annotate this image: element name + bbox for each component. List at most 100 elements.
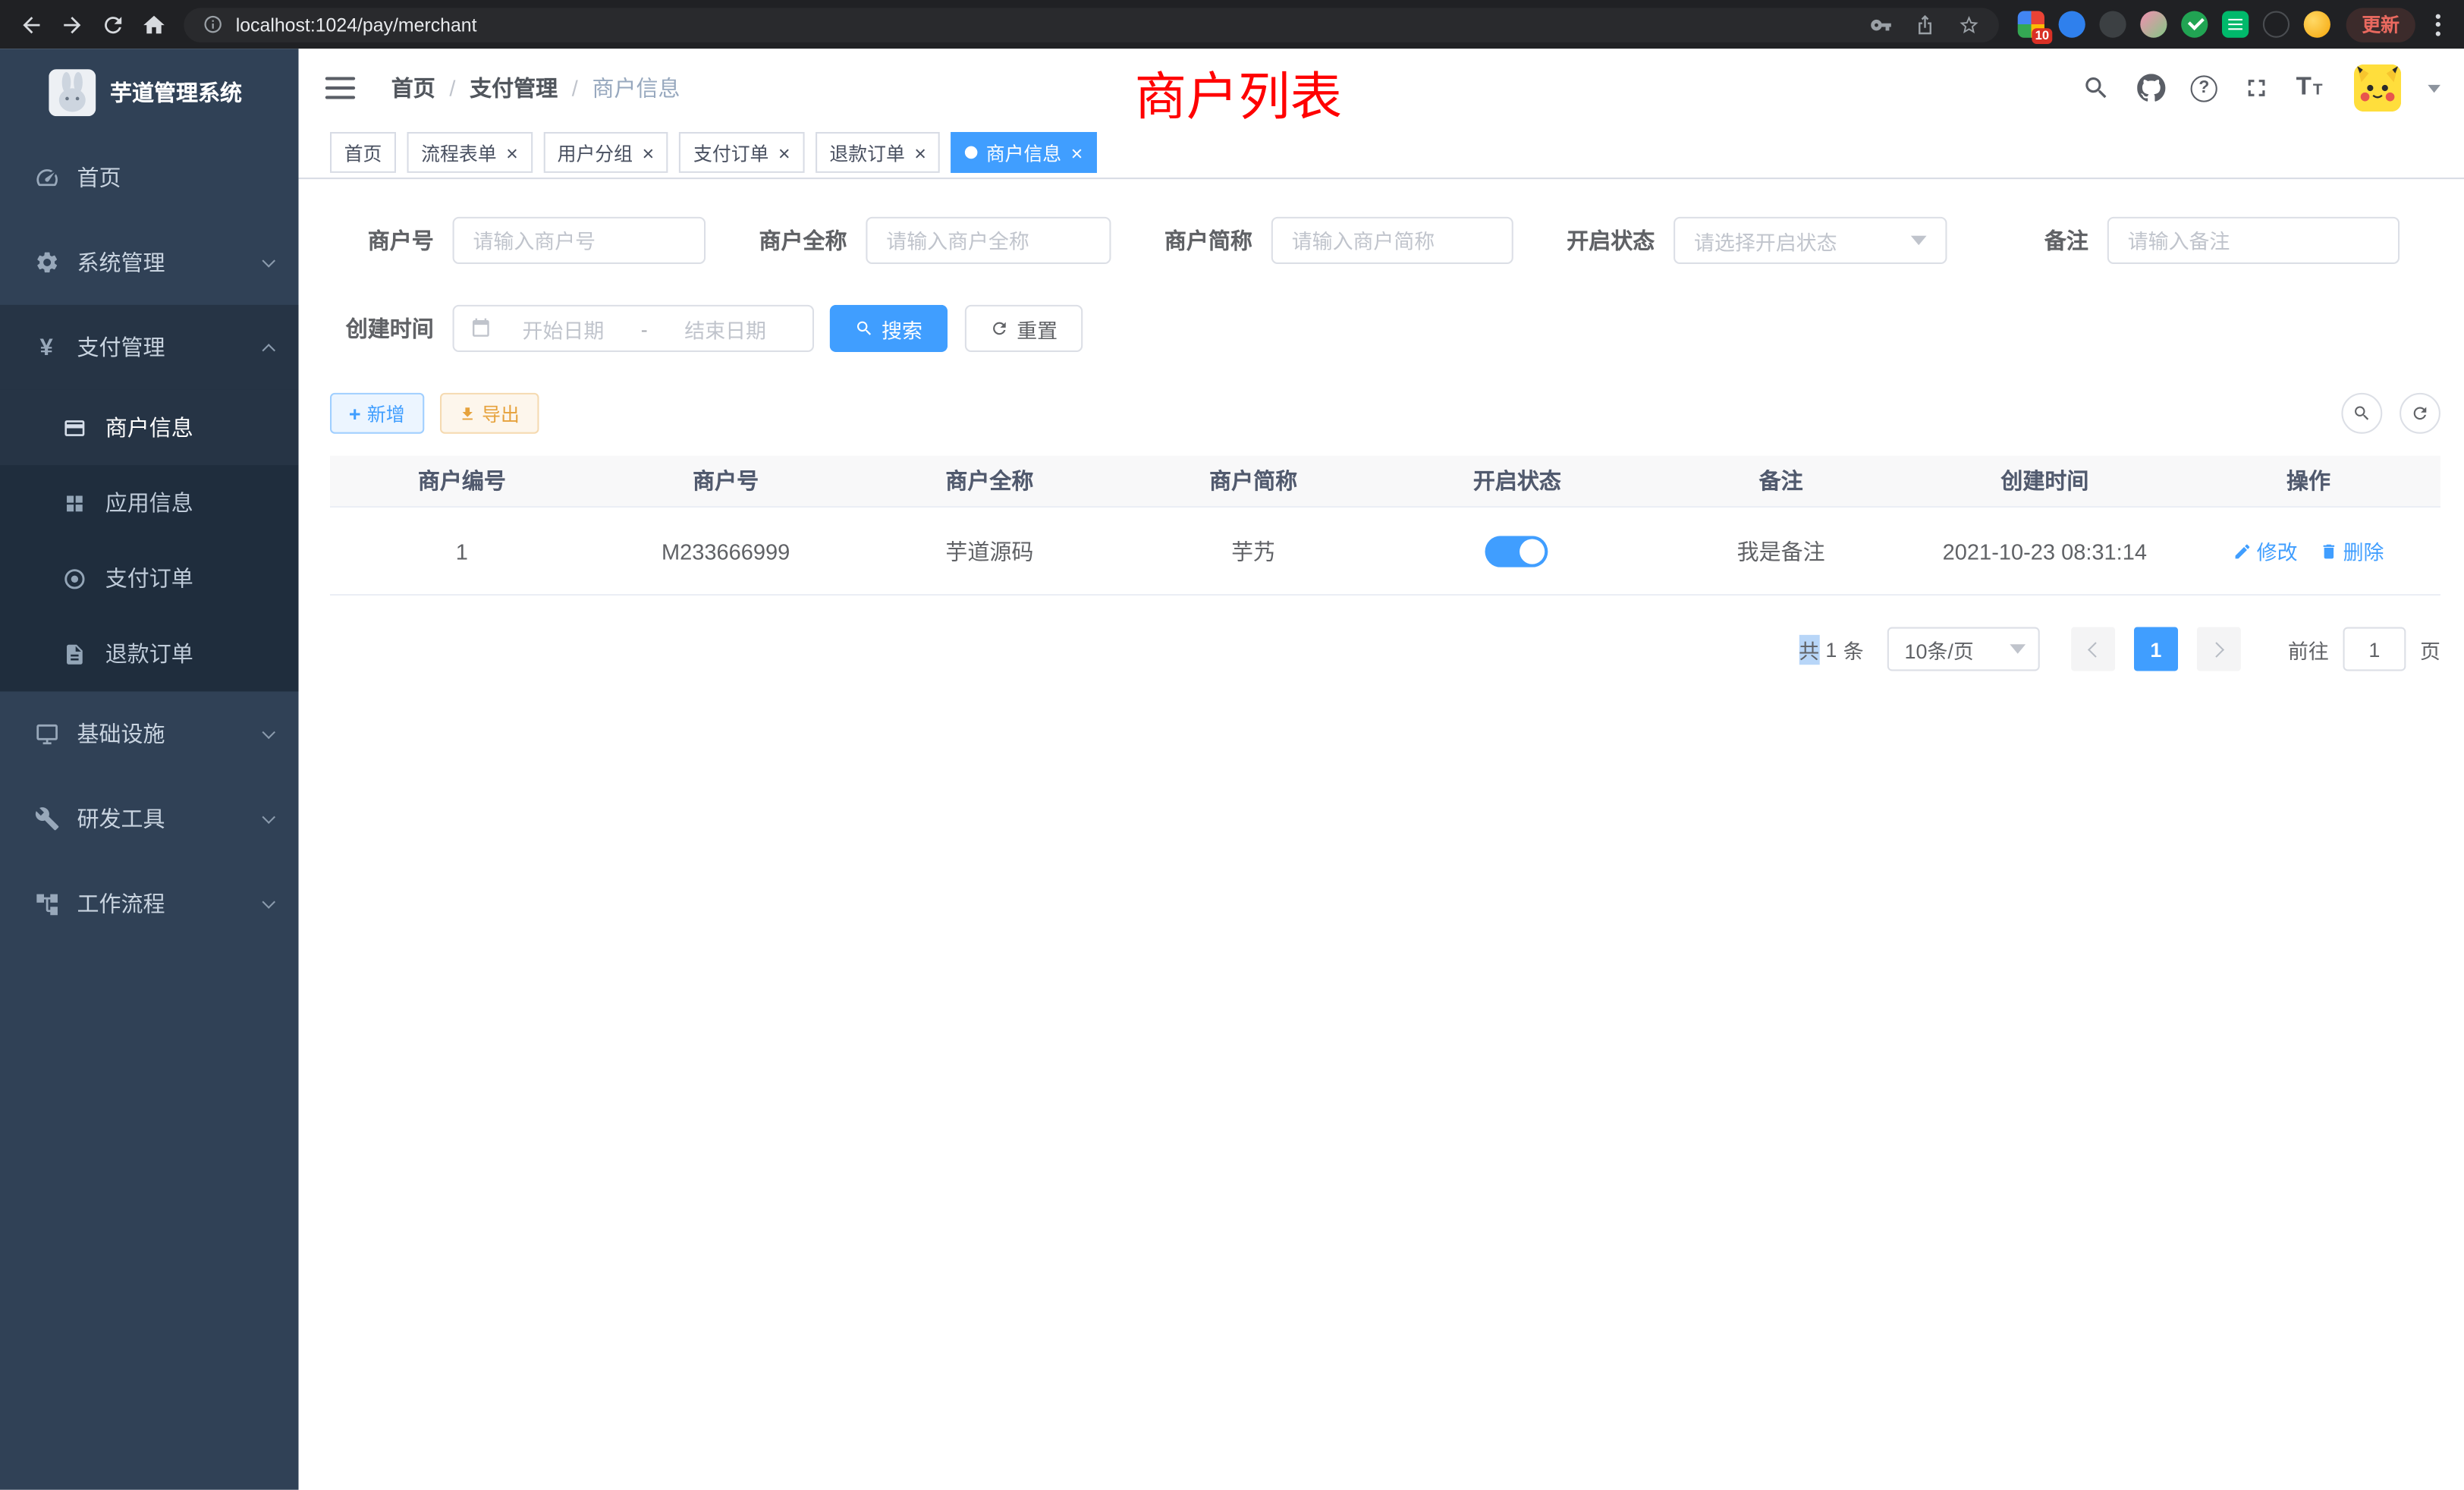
- font-size-icon[interactable]: TT: [2296, 74, 2323, 102]
- app-logo[interactable]: 芋道管理系统: [0, 49, 299, 135]
- page-size-select[interactable]: 10条/页: [1887, 627, 2040, 671]
- goto-page-input[interactable]: [2343, 627, 2406, 671]
- reset-button[interactable]: 重置: [965, 305, 1083, 352]
- sidebar-item-home[interactable]: 首页: [0, 135, 299, 220]
- browser-menu-button[interactable]: [2422, 4, 2453, 45]
- sidebar-item-payment[interactable]: ¥ 支付管理: [0, 305, 299, 390]
- breadcrumb-payment[interactable]: 支付管理: [470, 72, 558, 103]
- tab-refund-orders[interactable]: 退款订单 ×: [816, 132, 941, 173]
- export-button[interactable]: 导出: [439, 393, 539, 434]
- delete-button[interactable]: 删除: [2320, 536, 2384, 565]
- github-icon[interactable]: [2136, 72, 2167, 103]
- sidebar-item-infrastructure[interactable]: 基础设施: [0, 691, 299, 776]
- hamburger-menu-icon[interactable]: [325, 77, 355, 99]
- extension-icon-7[interactable]: [2263, 11, 2290, 38]
- browser-toolbar: localhost:1024/pay/merchant 10: [0, 0, 2464, 49]
- sidebar-item-dev-tools[interactable]: 研发工具: [0, 776, 299, 861]
- search-button[interactable]: 搜索: [830, 305, 948, 352]
- search-icon: [855, 319, 874, 338]
- extension-icon-5[interactable]: [2181, 11, 2208, 38]
- breadcrumb-current: 商户信息: [592, 72, 680, 103]
- filter-label: 商户简称: [1149, 225, 1252, 256]
- site-info-icon[interactable]: [203, 14, 223, 35]
- address-bar[interactable]: localhost:1024/pay/merchant: [184, 7, 1998, 42]
- user-avatar[interactable]: [2354, 64, 2401, 112]
- extension-icon-4[interactable]: [2140, 11, 2167, 38]
- toggle-search-button[interactable]: [2341, 393, 2382, 434]
- gear-icon: [33, 250, 60, 275]
- password-key-icon[interactable]: [1870, 14, 1892, 36]
- extension-icon-2[interactable]: [2059, 11, 2085, 38]
- close-icon[interactable]: ×: [1071, 142, 1083, 162]
- extension-icon-6[interactable]: [2222, 11, 2249, 38]
- chevron-down-icon: [262, 809, 275, 823]
- sidebar-item-label: 基础设施: [77, 718, 165, 750]
- update-button[interactable]: 更新: [2346, 7, 2415, 42]
- bookmark-star-icon[interactable]: [1958, 14, 1980, 36]
- close-icon[interactable]: ×: [642, 142, 654, 162]
- add-button[interactable]: + 新增: [330, 393, 423, 434]
- column-header-full-name: 商户全称: [857, 465, 1121, 496]
- reload-icon: [101, 12, 126, 37]
- share-icon[interactable]: [1914, 14, 1936, 36]
- tab-user-group[interactable]: 用户分组 ×: [543, 132, 668, 173]
- target-icon: [61, 567, 86, 590]
- sidebar-item-workflow[interactable]: 工作流程: [0, 861, 299, 946]
- browser-forward-button[interactable]: [52, 4, 93, 45]
- extension-icon-8[interactable]: [2304, 11, 2330, 38]
- tab-pay-orders[interactable]: 支付订单 ×: [679, 132, 804, 173]
- cell-short-name: 芋艿: [1121, 535, 1385, 566]
- sidebar-item-app-info[interactable]: 应用信息: [0, 465, 299, 540]
- extension-icon-1[interactable]: 10: [2018, 11, 2044, 38]
- cell-status: [1385, 535, 1649, 566]
- top-navbar: 首页 / 支付管理 / 商户信息 商户列表 ?: [299, 49, 2464, 127]
- remark-input[interactable]: [2107, 217, 2400, 264]
- filter-label: 备注: [1985, 225, 2088, 256]
- fullscreen-icon[interactable]: [2241, 72, 2272, 103]
- date-range-picker[interactable]: 开始日期 - 结束日期: [453, 305, 814, 352]
- table-toolbar: + 新增 导出: [330, 393, 2440, 434]
- merchant-no-input[interactable]: [453, 217, 706, 264]
- next-page-button[interactable]: [2197, 627, 2241, 671]
- close-icon[interactable]: ×: [778, 142, 790, 162]
- edit-button[interactable]: 修改: [2233, 536, 2298, 565]
- browser-home-button[interactable]: [134, 4, 174, 45]
- end-date-placeholder[interactable]: 结束日期: [654, 313, 797, 343]
- table-header: 商户编号 商户号 商户全称 商户简称 开启状态 备注 创建时间 操作: [330, 456, 2440, 508]
- yen-icon: ¥: [33, 334, 60, 360]
- close-icon[interactable]: ×: [506, 142, 518, 162]
- prev-page-button[interactable]: [2071, 627, 2115, 671]
- tab-home[interactable]: 首页: [330, 132, 396, 173]
- sidebar-menu: 首页 系统管理 ¥ 支付管理: [0, 135, 299, 946]
- browser-back-button[interactable]: [11, 4, 52, 45]
- avatar-caret-icon[interactable]: [2428, 84, 2440, 92]
- plus-icon: +: [349, 403, 361, 423]
- main-area: 首页 / 支付管理 / 商户信息 商户列表 ?: [299, 49, 2464, 1490]
- sidebar-item-system[interactable]: 系统管理: [0, 220, 299, 305]
- sidebar-item-pay-orders[interactable]: 支付订单: [0, 541, 299, 616]
- sidebar: 芋道管理系统 首页 系统管理 ¥: [0, 49, 299, 1490]
- column-header-merchant-no: 商户号: [594, 465, 858, 496]
- sidebar-item-merchant-info[interactable]: 商户信息: [0, 390, 299, 465]
- extension-icon-3[interactable]: [2099, 11, 2126, 38]
- full-name-input[interactable]: [866, 217, 1111, 264]
- chevron-right-icon: [2208, 641, 2224, 657]
- page-number-current[interactable]: 1: [2134, 627, 2178, 671]
- breadcrumb-home[interactable]: 首页: [391, 72, 435, 103]
- status-select[interactable]: 请选择开启状态: [1674, 217, 1947, 264]
- status-toggle[interactable]: [1485, 535, 1548, 566]
- tab-merchant-info[interactable]: 商户信息 ×: [951, 132, 1097, 173]
- browser-reload-button[interactable]: [93, 4, 134, 45]
- flow-tree-icon: [33, 891, 60, 916]
- tab-process-form[interactable]: 流程表单 ×: [407, 132, 533, 173]
- filter-label: 创建时间: [330, 313, 434, 344]
- search-icon[interactable]: [2081, 72, 2112, 103]
- page-content: 商户号 商户全称 商户简称 开启状态 请选择开启状态: [299, 179, 2464, 1490]
- help-icon[interactable]: ?: [2191, 74, 2217, 101]
- short-name-input[interactable]: [1271, 217, 1513, 264]
- refresh-table-button[interactable]: [2400, 393, 2440, 434]
- start-date-placeholder[interactable]: 开始日期: [492, 313, 634, 343]
- sidebar-item-refund-orders[interactable]: 退款订单: [0, 616, 299, 691]
- close-icon[interactable]: ×: [914, 142, 926, 162]
- filter-label: 商户号: [330, 225, 434, 256]
